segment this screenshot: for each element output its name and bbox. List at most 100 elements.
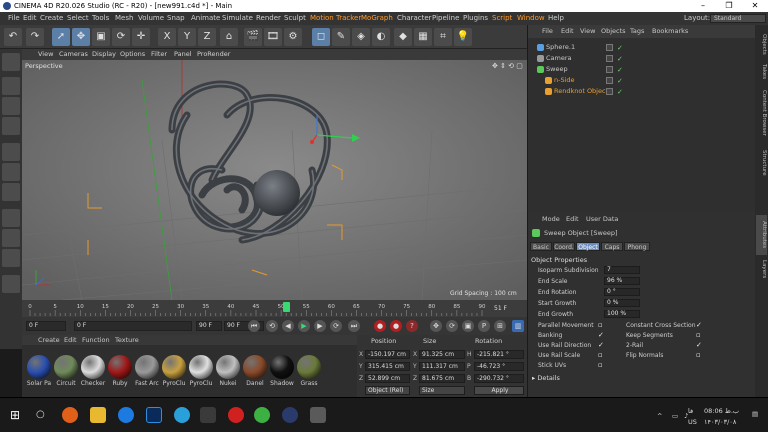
- preview-min-field[interactable]: 0 F: [74, 321, 192, 331]
- menu-animate[interactable]: Animate: [191, 12, 220, 25]
- magnet-icon[interactable]: [2, 275, 20, 293]
- tab-caps[interactable]: Caps: [601, 242, 623, 251]
- points-mode-icon[interactable]: [2, 143, 20, 161]
- size-x-field[interactable]: 91.325 cm: [419, 350, 465, 359]
- object-name[interactable]: n-Side: [554, 75, 575, 86]
- property-value-field[interactable]: 100 %: [604, 310, 640, 318]
- next-key-icon[interactable]: ⟳: [330, 320, 342, 332]
- rot-p-field[interactable]: -46.723 °: [474, 362, 524, 371]
- menu-render[interactable]: Render: [256, 12, 281, 25]
- render-settings-icon[interactable]: ⚙: [284, 28, 302, 46]
- x-axis-toggle[interactable]: X: [158, 28, 176, 46]
- menu-select[interactable]: Select: [67, 12, 89, 25]
- coordinate-mode-dropdown[interactable]: Object (Rel): [365, 386, 410, 395]
- size-mode-dropdown[interactable]: Size: [419, 386, 465, 395]
- prev-key-icon[interactable]: ⟲: [266, 320, 278, 332]
- objmenu-tags[interactable]: Tags: [630, 25, 644, 38]
- recent-tool-icon[interactable]: ✛: [132, 28, 150, 46]
- rotation-key-icon[interactable]: ⟳: [446, 320, 458, 332]
- pos-z-field[interactable]: 52.899 cm: [365, 374, 410, 383]
- chrome-icon[interactable]: [254, 407, 270, 423]
- objmenu-edit[interactable]: Edit: [561, 25, 574, 38]
- property-value-field[interactable]: 0 %: [604, 299, 640, 307]
- material-menu-edit[interactable]: Edit: [64, 335, 77, 345]
- object-name[interactable]: Sphere.1: [546, 42, 575, 53]
- scale-key-icon[interactable]: ▣: [462, 320, 474, 332]
- prev-frame-icon[interactable]: ◀: [282, 320, 294, 332]
- side-tab-structure[interactable]: Structure: [756, 143, 767, 183]
- clock-time[interactable]: 08:06 ب.ظ: [704, 407, 739, 415]
- make-editable-icon[interactable]: [2, 53, 20, 71]
- pan-icon[interactable]: ✥ ⇕ ⟲ ▢: [492, 62, 523, 70]
- menu-tools[interactable]: Tools: [92, 12, 109, 25]
- menu-edit[interactable]: Edit: [23, 12, 37, 25]
- checkbox[interactable]: ▫: [696, 351, 701, 359]
- cinema4d-second-icon[interactable]: [310, 407, 326, 423]
- floor-icon[interactable]: ▦: [414, 28, 432, 46]
- tab-object[interactable]: Object: [576, 242, 600, 251]
- checkbox[interactable]: ✓: [696, 321, 702, 329]
- object-name[interactable]: Camera: [546, 53, 572, 64]
- undo-icon[interactable]: ↶: [4, 28, 22, 46]
- clock-date[interactable]: ۱۴۰۳/۰۳/۰۸: [704, 418, 736, 426]
- apply-button[interactable]: Apply: [474, 386, 524, 395]
- tweak-mode-icon[interactable]: [2, 229, 20, 247]
- light-icon[interactable]: 💡: [454, 28, 472, 46]
- network-icon[interactable]: ▭: [672, 412, 678, 420]
- objmenu-file[interactable]: File: [542, 25, 553, 38]
- property-value-field[interactable]: 0 °: [604, 288, 640, 296]
- cinema4d-taskbar-icon[interactable]: [282, 407, 298, 423]
- visibility-toggle[interactable]: [606, 77, 613, 84]
- camera-icon[interactable]: ⌗: [434, 28, 452, 46]
- next-frame-icon[interactable]: ▶: [314, 320, 326, 332]
- layout-dropdown[interactable]: Standard: [710, 14, 766, 23]
- material-swatch[interactable]: [135, 355, 159, 379]
- checkbox[interactable]: ▫: [598, 321, 603, 329]
- live-selection-icon[interactable]: ➚: [52, 28, 70, 46]
- edge-icon[interactable]: [118, 407, 134, 423]
- bend-deformer-icon[interactable]: ◐: [372, 28, 390, 46]
- axis-mode-icon[interactable]: [2, 209, 20, 227]
- material-swatch[interactable]: [54, 355, 78, 379]
- material-swatch[interactable]: [81, 355, 105, 379]
- pos-x-field[interactable]: -150.197 cm: [365, 350, 410, 359]
- checkbox[interactable]: ▫: [598, 351, 603, 359]
- menu-volume[interactable]: Volume: [138, 12, 164, 25]
- property-value-field[interactable]: 96 %: [604, 277, 640, 285]
- menu-script[interactable]: Script: [492, 12, 512, 25]
- menu-sculpt[interactable]: Sculpt: [284, 12, 306, 25]
- tab-basic[interactable]: Basic: [530, 242, 552, 251]
- visibility-toggle[interactable]: [606, 66, 613, 73]
- menu-create[interactable]: Create: [40, 12, 63, 25]
- menu-help[interactable]: Help: [548, 12, 564, 25]
- telegram-icon[interactable]: [174, 407, 190, 423]
- z-axis-toggle[interactable]: Z: [198, 28, 216, 46]
- object-row[interactable]: Sphere.1 ✓: [528, 42, 756, 53]
- visibility-toggle[interactable]: [606, 44, 613, 51]
- timeline-window-icon[interactable]: ▥: [512, 320, 524, 332]
- texture-mode-icon[interactable]: [2, 97, 20, 115]
- attrmenu-user-data[interactable]: User Data: [586, 214, 618, 225]
- viewport-menu-display[interactable]: Display: [92, 49, 116, 60]
- material-swatch[interactable]: [243, 355, 267, 379]
- maximize-button[interactable]: ❐: [716, 0, 742, 12]
- scale-tool-icon[interactable]: ▣: [92, 28, 110, 46]
- object-row[interactable]: Sweep ✓: [528, 64, 756, 75]
- objmenu-bookmarks[interactable]: Bookmarks: [652, 25, 688, 38]
- notifications-icon[interactable]: ▤: [752, 410, 758, 418]
- rot-b-field[interactable]: -290.732 °: [474, 374, 524, 383]
- photoshop-icon[interactable]: [146, 407, 162, 423]
- side-tab-layers[interactable]: Layers: [756, 257, 767, 281]
- opera-icon[interactable]: [228, 407, 244, 423]
- workplane-icon[interactable]: [2, 117, 20, 135]
- visibility-toggle[interactable]: [606, 88, 613, 95]
- tab-coord[interactable]: Coord.: [553, 242, 575, 251]
- viewport-menu-filter[interactable]: Filter: [151, 49, 167, 60]
- search-icon[interactable]: ○: [36, 407, 52, 423]
- redo-icon[interactable]: ↷: [26, 28, 44, 46]
- menu-simulate[interactable]: Simulate: [222, 12, 253, 25]
- coordinate-system-icon[interactable]: ⌂: [220, 28, 238, 46]
- snapping-icon[interactable]: [2, 249, 20, 267]
- cube-primitive-icon[interactable]: ◻: [312, 28, 330, 46]
- object-row[interactable]: Camera ✓: [528, 53, 756, 64]
